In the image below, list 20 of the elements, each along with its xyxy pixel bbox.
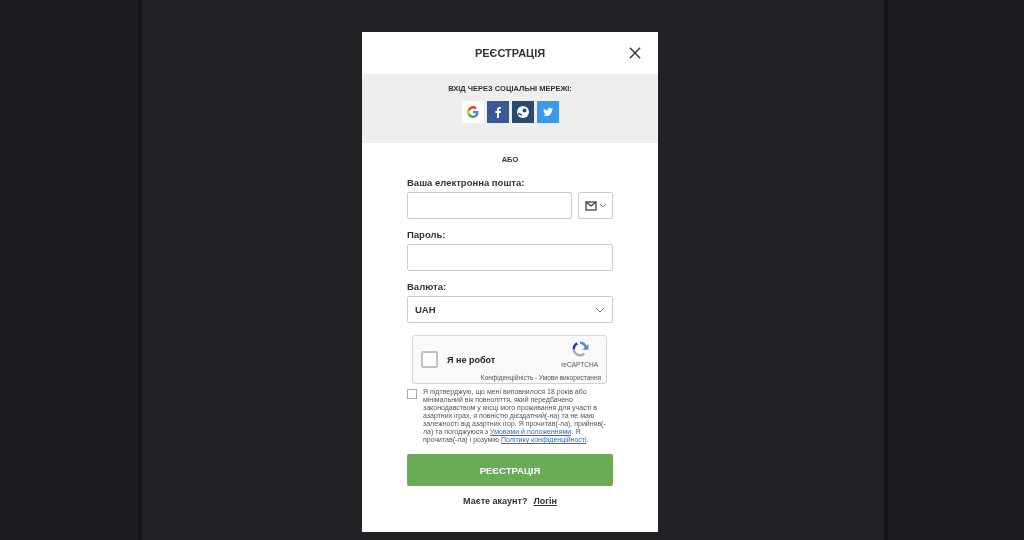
envelope-icon: [584, 200, 597, 211]
dialog-title: РЕЄСТРАЦІЯ: [474, 47, 546, 59]
currency-dropdown[interactable]: UAH: [407, 296, 613, 323]
password-field[interactable]: [407, 244, 613, 271]
email-field[interactable]: [407, 192, 572, 219]
login-link[interactable]: Логін: [533, 496, 557, 506]
captcha-label: Я не робот: [447, 354, 496, 365]
captcha-checkbox[interactable]: [421, 351, 438, 368]
close-icon[interactable]: [629, 47, 641, 59]
google-login-button[interactable]: [461, 101, 484, 123]
field-label: Пароль:: [407, 229, 447, 240]
contact-type-dropdown[interactable]: [578, 192, 613, 219]
account-prompt: Маєте акаунт?: [463, 496, 528, 506]
field-label: Ваша електронна пошта:: [407, 177, 526, 188]
field-label: Валюта:: [407, 281, 448, 292]
facebook-login-button[interactable]: [486, 101, 509, 123]
caret-icon: [595, 306, 605, 313]
consent-checkbox[interactable]: [407, 389, 417, 399]
steam-login-button[interactable]: [511, 101, 534, 123]
caret-icon: [598, 203, 607, 208]
